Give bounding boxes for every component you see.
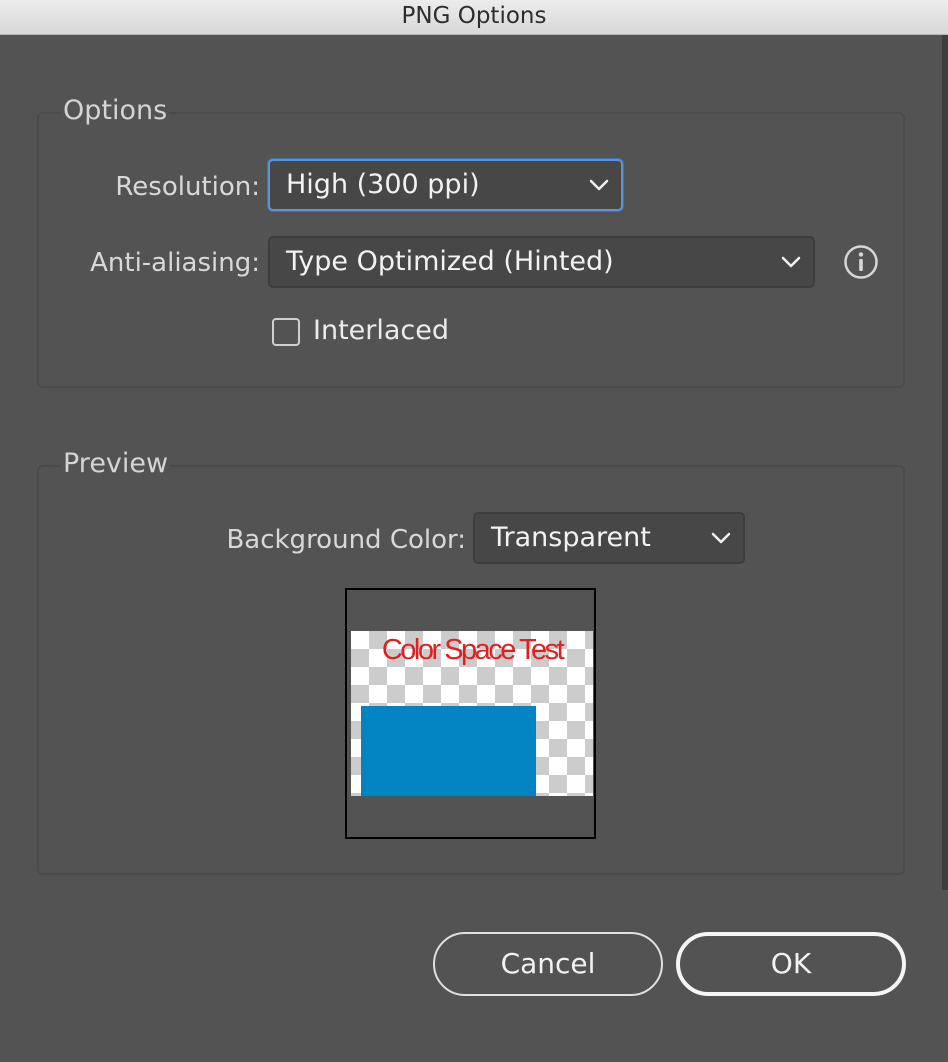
resolution-select[interactable]: High (300 ppi) (268, 159, 623, 211)
background-color-value: Transparent (491, 522, 651, 553)
interlaced-checkbox[interactable] (272, 318, 300, 346)
transparency-checkerboard: Color Space Test (351, 631, 593, 796)
anti-aliasing-select[interactable]: Type Optimized (Hinted) (268, 236, 815, 288)
preview-thumbnail: Color Space Test (345, 588, 596, 839)
preview-text: Color Space Test (381, 634, 565, 666)
ok-button[interactable]: OK (676, 932, 906, 996)
anti-aliasing-label: Anti-aliasing: (90, 248, 260, 278)
chevron-down-icon (711, 532, 731, 544)
preview-group-title: Preview (61, 448, 171, 479)
background-color-label: Background Color: (226, 525, 466, 555)
options-group-title: Options (61, 95, 170, 126)
interlaced-label[interactable]: Interlaced (313, 315, 449, 346)
cancel-button[interactable]: Cancel (433, 932, 663, 996)
info-icon[interactable] (843, 244, 879, 280)
chevron-down-icon (589, 179, 609, 191)
window-edge (942, 35, 948, 890)
resolution-value: High (300 ppi) (286, 169, 480, 200)
window-title: PNG Options (0, 0, 948, 35)
png-options-dialog: PNG Options Options Resolution: High (30… (0, 0, 948, 1062)
chevron-down-icon (781, 256, 801, 268)
preview-blue-rectangle (361, 706, 536, 796)
anti-aliasing-value: Type Optimized (Hinted) (286, 246, 614, 277)
background-color-select[interactable]: Transparent (473, 512, 745, 564)
resolution-label: Resolution: (115, 172, 260, 202)
